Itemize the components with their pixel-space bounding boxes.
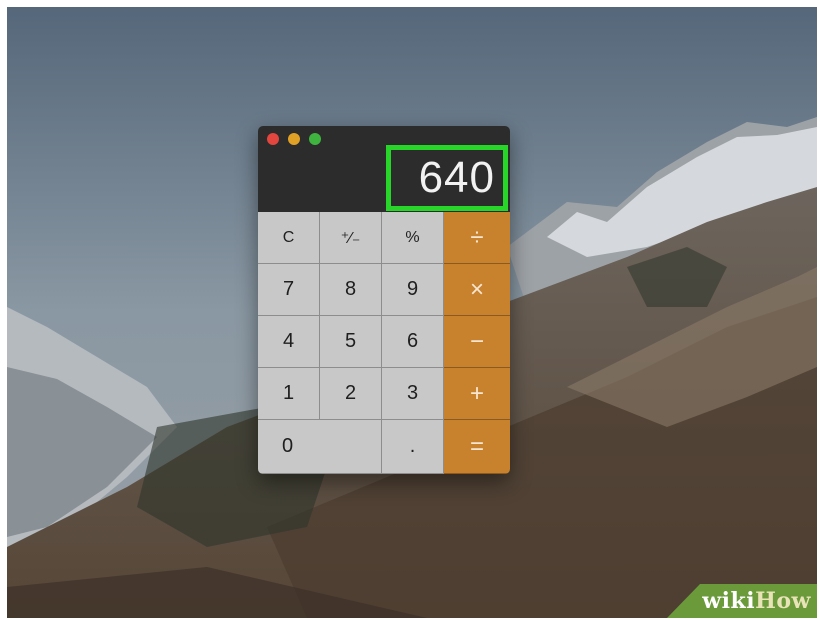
equals-button[interactable]: = [444,420,510,474]
multiply-button[interactable]: × [444,264,510,316]
zoom-window-button[interactable] [309,133,321,145]
decimal-button[interactable]: . [382,420,444,474]
clear-button[interactable]: C [258,212,320,264]
watermark-how: How [755,588,811,614]
plus-button[interactable]: + [444,368,510,420]
keypad: C ⁺∕₋ % ÷ 7 8 9 × 4 5 6 − 1 2 3 + 0 . = [258,212,510,474]
sign-toggle-button[interactable]: ⁺∕₋ [320,212,382,264]
digit-6-button[interactable]: 6 [382,316,444,368]
digit-3-button[interactable]: 3 [382,368,444,420]
digit-8-button[interactable]: 8 [320,264,382,316]
watermark-wiki: wiki [702,588,756,614]
digit-0-button[interactable]: 0 [258,420,382,474]
digit-5-button[interactable]: 5 [320,316,382,368]
minus-button[interactable]: − [444,316,510,368]
calculator-window: 640 C ⁺∕₋ % ÷ 7 8 9 × 4 5 6 − 1 2 3 + 0 … [258,126,510,474]
digit-7-button[interactable]: 7 [258,264,320,316]
digit-9-button[interactable]: 9 [382,264,444,316]
percent-button[interactable]: % [382,212,444,264]
close-window-button[interactable] [267,133,279,145]
result-display: 640 [386,145,508,211]
minimize-window-button[interactable] [288,133,300,145]
digit-4-button[interactable]: 4 [258,316,320,368]
digit-2-button[interactable]: 2 [320,368,382,420]
digit-1-button[interactable]: 1 [258,368,320,420]
divide-button[interactable]: ÷ [444,212,510,264]
